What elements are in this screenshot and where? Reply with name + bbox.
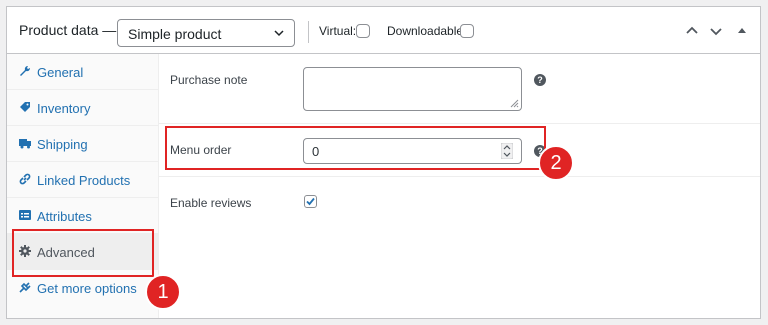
header-separator — [308, 21, 309, 43]
tab-inventory[interactable]: Inventory — [7, 90, 159, 126]
downloadable-label: Downloadable: — [387, 24, 467, 38]
wrench-icon — [20, 65, 31, 76]
highlight-advanced-tab — [12, 229, 154, 277]
panel-title: Product data — — [19, 22, 117, 38]
purchase-note-label: Purchase note — [170, 73, 248, 87]
tab-shipping[interactable]: Shipping — [7, 126, 159, 162]
list-icon — [19, 210, 31, 220]
product-type-value: Simple product — [128, 26, 222, 42]
highlight-menu-order — [165, 126, 546, 170]
product-data-tabs: General Inventory Shipping Linked Produc… — [7, 54, 159, 318]
row-divider — [159, 176, 760, 177]
virtual-checkbox[interactable] — [356, 24, 370, 38]
tab-linked-products[interactable]: Linked Products — [7, 162, 159, 198]
chevron-down-icon — [274, 30, 284, 37]
step-badge-2: 2 — [538, 145, 574, 181]
checkmark-icon — [306, 197, 315, 206]
chevron-down-icon[interactable] — [709, 25, 723, 37]
tab-label: Shipping — [37, 137, 88, 152]
chevron-up-icon[interactable] — [685, 25, 699, 37]
truck-icon — [19, 139, 31, 149]
tab-label: General — [37, 65, 84, 80]
tab-label: Inventory — [37, 101, 91, 116]
row-divider — [159, 123, 760, 124]
product-type-select[interactable]: Simple product — [117, 19, 295, 47]
tag-icon — [20, 102, 30, 112]
resize-handle-icon[interactable] — [509, 98, 519, 108]
tab-label: Get more options — [37, 281, 137, 296]
tab-label: Linked Products — [37, 173, 131, 188]
help-tip-icon[interactable]: ? — [534, 74, 546, 86]
tab-label: Attributes — [37, 209, 92, 224]
virtual-label: Virtual: — [319, 24, 357, 38]
link-icon — [19, 173, 31, 185]
panel-header: Product data — Simple product Virtual: D… — [7, 7, 760, 54]
downloadable-checkbox[interactable] — [460, 24, 474, 38]
step-badge-1: 1 — [145, 274, 181, 310]
collapse-triangle-icon[interactable] — [737, 25, 747, 37]
enable-reviews-label: Enable reviews — [170, 196, 252, 210]
tab-general[interactable]: General — [7, 54, 159, 90]
enable-reviews-checkbox[interactable] — [304, 195, 317, 208]
purchase-note-textarea[interactable] — [303, 67, 522, 111]
plugin-icon — [19, 282, 31, 293]
